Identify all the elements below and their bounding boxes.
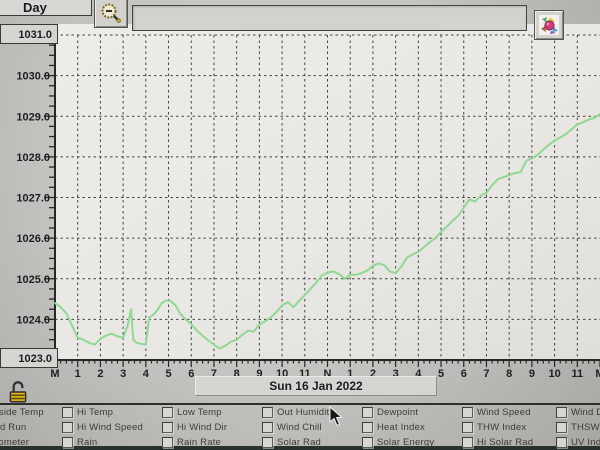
palette-icon <box>539 15 559 35</box>
toolbar: Day <box>0 0 600 30</box>
plot-option-wind-speed[interactable]: Wind Speed <box>462 406 531 418</box>
x-tick-label: 7 <box>483 368 489 380</box>
checkbox-label-barometer: Barometer <box>0 437 29 448</box>
plot-colors-button[interactable] <box>534 10 564 40</box>
checkbox-label-hi-temp: Hi Temp <box>77 407 113 418</box>
checkbox-label-uv-index: UV Index <box>571 437 600 448</box>
period-select[interactable]: Day <box>0 0 92 16</box>
checkbox-label-solar-energy: Solar Energy <box>377 437 434 448</box>
checkbox-wind-speed[interactable] <box>462 407 473 418</box>
checkbox-label-hi-wind-speed: Hi Wind Speed <box>77 422 143 433</box>
period-select-label: Day <box>23 0 47 15</box>
checkbox-label-wind-speed: Wind Speed <box>477 407 531 418</box>
plot-option-rain-rate[interactable]: Rain Rate <box>162 436 221 448</box>
date-label: Sun 16 Jan 2022 <box>195 376 437 396</box>
x-tick-label: 6 <box>188 368 194 380</box>
plot-option-wind-run[interactable]: Wind Run <box>0 421 26 433</box>
y-tick-label: 1026.0 <box>16 233 50 245</box>
checkbox-hi-wind-dir[interactable] <box>162 422 173 433</box>
checkbox-label-wind-chill: Wind Chill <box>277 422 322 433</box>
plot-option-dewpoint[interactable]: Dewpoint <box>362 406 418 418</box>
checkbox-label-solar-rad: Solar Rad <box>277 437 321 448</box>
checkbox-solar-rad[interactable] <box>262 437 273 448</box>
checkbox-dewpoint[interactable] <box>362 407 373 418</box>
x-tick-label: 4 <box>143 368 150 380</box>
plot-option-rain[interactable]: Rain <box>62 436 97 448</box>
x-tick-label: M <box>50 368 59 380</box>
x-tick-label: 3 <box>120 368 126 380</box>
zoom-out-button[interactable] <box>94 0 128 28</box>
plot-option-hi-temp[interactable]: Hi Temp <box>62 406 113 418</box>
plot-option-solar-rad[interactable]: Solar Rad <box>262 436 321 448</box>
plot-option-heat-index[interactable]: Heat Index <box>362 421 425 433</box>
plot-option-outside-temp[interactable]: Outside Temp <box>0 406 44 418</box>
x-tick-label: 5 <box>165 368 171 380</box>
x-tick-label: M <box>595 368 600 380</box>
padlock-open-icon <box>5 379 31 405</box>
magnifier-minus-icon <box>100 2 122 24</box>
y-axis-max-field[interactable]: 1031.0 <box>0 24 58 44</box>
checkbox-label-hi-wind-dir: Hi Wind Dir <box>177 422 227 433</box>
plot-option-hi-wind-speed[interactable]: Hi Wind Speed <box>62 421 143 433</box>
y-axis-min-field[interactable]: 1023.0 <box>0 348 58 368</box>
x-tick-label: 9 <box>529 368 535 380</box>
y-tick-label: 1029.0 <box>16 111 50 123</box>
x-tick-label: 1 <box>75 368 81 380</box>
plot-option-out-humidity[interactable]: Out Humidity <box>262 406 334 418</box>
x-tick-label: 11 <box>571 368 583 380</box>
x-tick-label: 8 <box>506 368 512 380</box>
plot-option-wind-direction[interactable]: Wind Direction <box>556 406 600 418</box>
plot-options-panel: Outside Temp Hi Temp Low Temp Out Humidity D… <box>0 404 600 446</box>
plot-option-wind-chill[interactable]: Wind Chill <box>262 421 322 433</box>
x-tick-label: 10 <box>548 368 560 380</box>
checkbox-label-thsw-index: THSW Index <box>571 422 600 433</box>
y-tick-label: 1025.0 <box>16 274 50 286</box>
checkbox-label-dewpoint: Dewpoint <box>377 407 418 418</box>
checkbox-thw-index[interactable] <box>462 422 473 433</box>
checkbox-rain-rate[interactable] <box>162 437 173 448</box>
checkbox-low-temp[interactable] <box>162 407 173 418</box>
plot-option-hi-solar-rad[interactable]: Hi Solar Rad <box>462 436 533 448</box>
plot-option-thw-index[interactable]: THW Index <box>462 421 526 433</box>
checkbox-rain[interactable] <box>62 437 73 448</box>
checkbox-wind-direction[interactable] <box>556 407 567 418</box>
y-tick-label: 1024.0 <box>16 314 50 326</box>
checkbox-uv-index[interactable] <box>556 437 567 448</box>
plot-option-uv-index[interactable]: UV Index <box>556 436 600 448</box>
y-tick-label: 1027.0 <box>16 193 50 205</box>
checkbox-out-humidity[interactable] <box>262 407 273 418</box>
mouse-cursor <box>329 406 345 428</box>
checkbox-label-rain-rate: Rain Rate <box>177 437 221 448</box>
plot-title-field[interactable] <box>132 5 527 31</box>
checkbox-hi-solar-rad[interactable] <box>462 437 473 448</box>
checkbox-hi-temp[interactable] <box>62 407 73 418</box>
checkbox-label-rain: Rain <box>77 437 97 448</box>
checkbox-solar-energy[interactable] <box>362 437 373 448</box>
checkbox-label-outside-temp: Outside Temp <box>0 407 44 418</box>
plot-option-thsw-index[interactable]: THSW Index <box>556 421 600 433</box>
plot-option-barometer[interactable]: Barometer <box>0 436 29 448</box>
y-tick-label: 1028.0 <box>16 152 50 164</box>
checkbox-wind-chill[interactable] <box>262 422 273 433</box>
plot-option-solar-energy[interactable]: Solar Energy <box>362 436 434 448</box>
checkbox-label-thw-index: THW Index <box>477 422 526 433</box>
checkbox-label-wind-run: Wind Run <box>0 422 26 433</box>
checkbox-label-heat-index: Heat Index <box>377 422 425 433</box>
checkbox-label-low-temp: Low Temp <box>177 407 222 418</box>
checkbox-label-out-humidity: Out Humidity <box>277 407 334 418</box>
y-tick-label: 1030.0 <box>16 71 50 83</box>
x-tick-label: 6 <box>461 368 467 380</box>
plot-option-low-temp[interactable]: Low Temp <box>162 406 222 418</box>
x-tick-label: 2 <box>97 368 103 380</box>
checkbox-hi-wind-speed[interactable] <box>62 422 73 433</box>
checkbox-label-hi-solar-rad: Hi Solar Rad <box>477 437 533 448</box>
checkbox-label-wind-direction: Wind Direction <box>571 407 600 418</box>
x-tick-label: 5 <box>438 368 444 380</box>
checkbox-heat-index[interactable] <box>362 422 373 433</box>
checkbox-thsw-index[interactable] <box>556 422 567 433</box>
plot-option-hi-wind-dir[interactable]: Hi Wind Dir <box>162 421 227 433</box>
